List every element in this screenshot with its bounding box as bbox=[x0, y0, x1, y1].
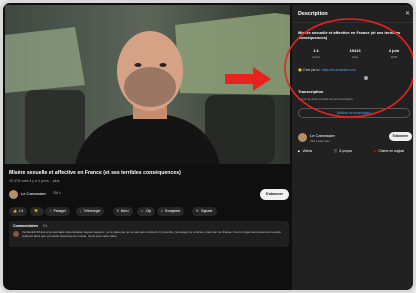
comment-avatar bbox=[13, 231, 19, 237]
share-label: Partager bbox=[53, 209, 66, 213]
report-button[interactable]: ⚑ Signaler bbox=[192, 207, 217, 216]
youtube-icon: ▶ bbox=[374, 149, 377, 153]
thanks-button[interactable]: $ Merci bbox=[113, 207, 133, 216]
comment-text: J'ai bientôt 30 ans et je suis dans cett… bbox=[22, 230, 281, 238]
videos-label: Vidéos bbox=[302, 149, 313, 153]
comments-count: 5 k bbox=[43, 224, 48, 229]
panel-channel-avatar[interactable] bbox=[298, 133, 307, 142]
about-icon: ⓘ bbox=[334, 149, 338, 153]
like-button[interactable]: 👍 1 k bbox=[9, 207, 28, 216]
report-icon: ⚑ bbox=[196, 209, 199, 213]
video-title: Misère sexuelle et affective en France (… bbox=[9, 170, 181, 176]
about-link[interactable]: ⓘ À propos bbox=[334, 147, 352, 155]
channel-subscribers: 394 k bbox=[53, 191, 61, 196]
channel-links: ▶ Vidéos ⓘ À propos ▶ Chaîne en anglais bbox=[298, 147, 413, 155]
video-meta[interactable]: 19 478 vues il y a 4 jours ...plus bbox=[9, 179, 59, 183]
about-label: À propos bbox=[339, 149, 352, 153]
subscribe-button[interactable]: S'abonner bbox=[259, 189, 289, 200]
thanks-label: Merci bbox=[120, 209, 129, 213]
like-count: 1 k bbox=[18, 209, 24, 213]
download-icon: ⤓ bbox=[80, 209, 82, 213]
app-window: Misère sexuelle et affective en France (… bbox=[0, 0, 416, 293]
clip-label: Clip bbox=[145, 209, 152, 213]
dislike-icon: 👎 bbox=[34, 209, 38, 213]
save-button[interactable]: ≡ Enregistrer bbox=[157, 207, 185, 216]
english-channel-link[interactable]: ▶ Chaîne en anglais bbox=[374, 147, 404, 155]
channel-avatar[interactable] bbox=[9, 190, 18, 199]
share-icon: ↗ bbox=[49, 209, 52, 213]
dislike-button[interactable]: 👎 bbox=[30, 207, 44, 216]
panel-subscribe-button[interactable]: S'abonner bbox=[388, 132, 412, 141]
panel-channel-subscribers: 394 k abonnés bbox=[310, 139, 330, 143]
video-icon: ▶ bbox=[298, 149, 301, 153]
clip-button[interactable]: ✂ Clip bbox=[137, 207, 156, 216]
channel-row: Le Carnassier 394 k S'abonner bbox=[9, 188, 289, 202]
action-bar: 👍 1 k 👎 ↗ Partager ⤓ Télécharger $ Merci ✂ Cl… bbox=[9, 207, 289, 216]
panel-channel-name[interactable]: Le Carnassier bbox=[310, 133, 335, 138]
clip-icon: ✂ bbox=[141, 209, 144, 213]
annotation-arrow-icon bbox=[225, 67, 271, 91]
english-channel-label: Chaîne en anglais bbox=[378, 149, 405, 153]
save-label: Enregistrer bbox=[164, 209, 181, 213]
comments-section[interactable]: Commentaires 5 k J'ai bientôt 30 ans et … bbox=[9, 221, 289, 247]
videos-link[interactable]: ▶ Vidéos bbox=[298, 147, 312, 155]
comments-title: Commentaires bbox=[13, 224, 38, 228]
download-button[interactable]: ⤓ Télécharger bbox=[76, 207, 105, 216]
report-label: Signaler bbox=[200, 209, 213, 213]
annotation-ellipse bbox=[284, 18, 413, 118]
share-button[interactable]: ↗ Partager bbox=[45, 207, 70, 216]
save-icon: ≡ bbox=[161, 209, 163, 213]
thanks-icon: $ bbox=[117, 209, 119, 213]
download-label: Télécharger bbox=[83, 209, 101, 213]
channel-name[interactable]: Le Carnassier bbox=[21, 191, 46, 196]
like-icon: 👍 bbox=[13, 209, 17, 213]
